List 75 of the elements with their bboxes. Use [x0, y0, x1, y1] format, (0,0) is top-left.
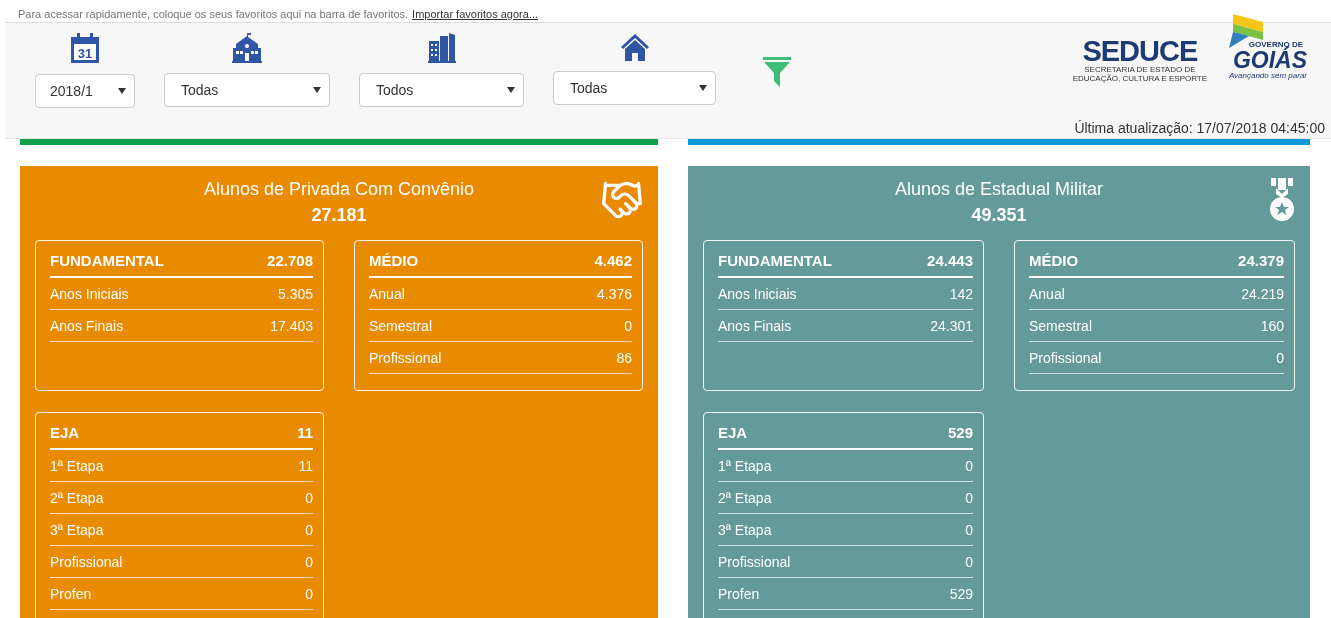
- caret-icon: [313, 87, 321, 93]
- row-label: Anual: [1029, 285, 1065, 302]
- building-icon: [427, 33, 456, 63]
- home-icon: [619, 33, 650, 61]
- row-label: Profissional: [718, 553, 791, 570]
- card-total: 49.351: [970, 204, 1028, 226]
- import-favorites-link[interactable]: Importar favoritos agora...: [412, 9, 539, 20]
- row-label: Semestral: [1029, 317, 1093, 334]
- row-value: 17.403: [270, 317, 313, 334]
- row-label: Profissional: [369, 349, 442, 366]
- row-value: 86: [616, 349, 632, 366]
- row-label: Profissional: [1029, 349, 1102, 366]
- card-title: Alunos de Estadual Militar: [893, 178, 1105, 200]
- filter-dropdown[interactable]: Todas: [553, 71, 716, 105]
- row-label: Anos Iniciais: [50, 285, 129, 302]
- card-total: 27.181: [310, 204, 368, 226]
- card-title: Alunos de Privada Com Convênio: [202, 178, 476, 200]
- group-total: 22.708: [267, 252, 313, 269]
- row-value: 4.376: [596, 285, 632, 302]
- row-value: 0: [1276, 349, 1284, 366]
- row-value: 160: [1260, 317, 1284, 334]
- school-icon: [232, 33, 262, 63]
- row-label: Profen: [718, 585, 760, 602]
- group-total: 24.443: [927, 252, 973, 269]
- filter-dropdown[interactable]: Todos: [359, 73, 524, 107]
- filter-icon[interactable]: [763, 57, 791, 87]
- goias-slogan: Avançando sem parar: [1228, 71, 1307, 80]
- row-value: 5.305: [277, 285, 313, 302]
- group-title: MÉDIO: [369, 252, 419, 269]
- row-label: Semestral: [369, 317, 433, 334]
- row-label: 1ª Etapa: [50, 457, 104, 474]
- group-total: 24.379: [1238, 252, 1284, 269]
- seduce-subtitle: SECRETARIA DE ESTADO DE EDUCAÇÃO, CULTURA E ESPORTE: [1071, 65, 1209, 83]
- group-title: EJA: [50, 424, 80, 441]
- row-value: 0: [965, 553, 973, 570]
- row-label: Anos Finais: [50, 317, 124, 334]
- row-value: 0: [305, 585, 313, 602]
- caret-icon: [118, 88, 126, 94]
- group-title: FUNDAMENTAL: [718, 252, 832, 269]
- row-label: 1ª Etapa: [718, 457, 772, 474]
- row-value: 0: [965, 457, 973, 474]
- group-total: 4.462: [594, 252, 632, 269]
- caret-icon: [699, 85, 707, 91]
- group-title: FUNDAMENTAL: [50, 252, 164, 269]
- filter-dropdown[interactable]: 2018/1: [35, 74, 135, 108]
- row-value: 0: [305, 521, 313, 538]
- row-value: 529: [949, 585, 973, 602]
- favorites-bar-text: Para acessar rapidamente, coloque os seus favoritos aqui na barra de favoritos.: [18, 9, 409, 20]
- row-value: 0: [305, 489, 313, 506]
- row-value: 142: [949, 285, 973, 302]
- row-label: Anos Iniciais: [718, 285, 797, 302]
- row-label: Profen: [50, 585, 92, 602]
- row-label: Anual: [369, 285, 405, 302]
- row-label: 2ª Etapa: [50, 489, 104, 506]
- row-label: Anos Finais: [718, 317, 792, 334]
- group-total: 11: [297, 424, 313, 441]
- row-label: Profissional: [50, 553, 123, 570]
- row-label: 2ª Etapa: [718, 489, 772, 506]
- last-update-text: Última atualização: 17/07/2018 04:45:00: [1074, 120, 1325, 136]
- row-value: 24.219: [1241, 285, 1284, 302]
- group-title: MÉDIO: [1029, 252, 1079, 269]
- medal-icon: [1268, 178, 1296, 222]
- row-value: 24.301: [930, 317, 973, 334]
- row-label: 3ª Etapa: [718, 521, 772, 538]
- seduce-logo: SEDUCE: [1082, 37, 1198, 65]
- group-title: EJA: [718, 424, 748, 441]
- row-label: 3ª Etapa: [50, 521, 104, 538]
- row-value: 0: [965, 521, 973, 538]
- row-value: 0: [965, 489, 973, 506]
- filter-dropdown[interactable]: Todas: [164, 73, 330, 107]
- row-value: 0: [305, 553, 313, 570]
- row-value: 0: [624, 317, 632, 334]
- group-total: 529: [947, 424, 973, 441]
- row-value: 11: [298, 457, 313, 474]
- caret-icon: [507, 87, 515, 93]
